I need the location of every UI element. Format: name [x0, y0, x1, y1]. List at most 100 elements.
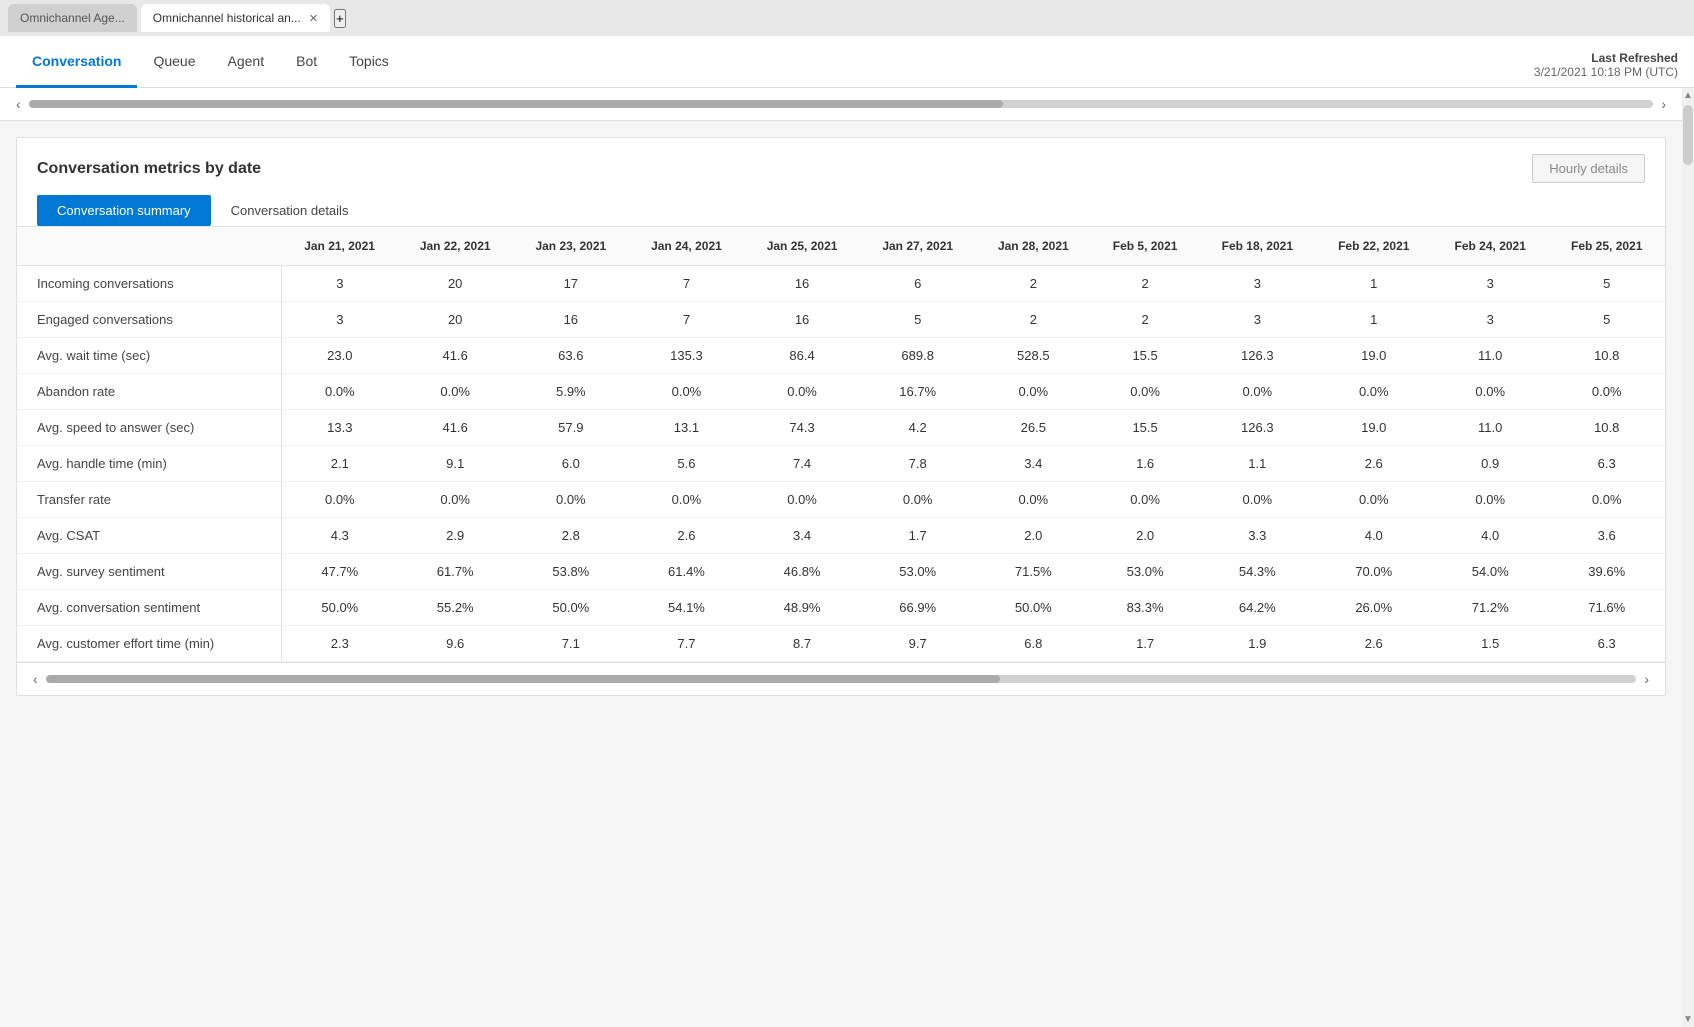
cell-r5-c5: 7.8: [860, 446, 976, 482]
cell-r5-c9: 2.6: [1316, 446, 1432, 482]
cell-r4-c1: 41.6: [397, 410, 513, 446]
add-tab-button[interactable]: +: [334, 9, 346, 28]
scroll-right-bottom-arrow[interactable]: ›: [1644, 671, 1649, 687]
cell-r4-c2: 57.9: [513, 410, 629, 446]
table-row: Engaged conversations320167165223135: [17, 302, 1665, 338]
horizontal-scroll-track[interactable]: [29, 100, 1654, 108]
cell-r4-c11: 10.8: [1548, 410, 1665, 446]
row-label-1: Engaged conversations: [17, 302, 282, 338]
cell-r6-c0: 0.0%: [282, 482, 398, 518]
sub-tab-conversation-summary[interactable]: Conversation summary: [37, 195, 211, 226]
last-refreshed-value: 3/21/2021 10:18 PM (UTC): [1534, 65, 1678, 79]
cell-r6-c6: 0.0%: [976, 482, 1092, 518]
cell-r9-c6: 50.0%: [976, 590, 1092, 626]
cell-r10-c0: 2.3: [282, 626, 398, 662]
cell-r10-c3: 7.7: [629, 626, 745, 662]
cell-r5-c4: 7.4: [744, 446, 860, 482]
cell-r5-c0: 2.1: [282, 446, 398, 482]
cell-r6-c4: 0.0%: [744, 482, 860, 518]
scroll-left-bottom-arrow[interactable]: ‹: [33, 671, 38, 687]
cell-r9-c11: 71.6%: [1548, 590, 1665, 626]
cell-r6-c11: 0.0%: [1548, 482, 1665, 518]
col-jan28: Jan 28, 2021: [976, 227, 1092, 266]
tab-omnichannel-agent[interactable]: Omnichannel Age...: [8, 4, 137, 32]
cell-r3-c1: 0.0%: [397, 374, 513, 410]
cell-r10-c2: 7.1: [513, 626, 629, 662]
top-scrollbar: ‹ ›: [0, 88, 1682, 121]
cell-r4-c8: 126.3: [1199, 410, 1315, 446]
cell-r8-c6: 71.5%: [976, 554, 1092, 590]
cell-r1-c9: 1: [1316, 302, 1432, 338]
cell-r2-c3: 135.3: [629, 338, 745, 374]
cell-r1-c2: 16: [513, 302, 629, 338]
data-table-wrapper: Jan 21, 2021 Jan 22, 2021 Jan 23, 2021 J…: [17, 227, 1665, 662]
table-row: Incoming conversations320177166223135: [17, 266, 1665, 302]
cell-r9-c9: 26.0%: [1316, 590, 1432, 626]
col-feb25: Feb 25, 2021: [1548, 227, 1665, 266]
cell-r5-c3: 5.6: [629, 446, 745, 482]
nav-tab-queue[interactable]: Queue: [137, 37, 211, 88]
cell-r5-c10: 0.9: [1432, 446, 1548, 482]
cell-r9-c7: 83.3%: [1091, 590, 1199, 626]
cell-r4-c4: 74.3: [744, 410, 860, 446]
col-jan23: Jan 23, 2021: [513, 227, 629, 266]
cell-r3-c4: 0.0%: [744, 374, 860, 410]
col-jan27: Jan 27, 2021: [860, 227, 976, 266]
cell-r0-c3: 7: [629, 266, 745, 302]
table-row: Transfer rate0.0%0.0%0.0%0.0%0.0%0.0%0.0…: [17, 482, 1665, 518]
col-feb18: Feb 18, 2021: [1199, 227, 1315, 266]
cell-r8-c7: 53.0%: [1091, 554, 1199, 590]
nav-tab-list: Conversation Queue Agent Bot Topics: [16, 36, 405, 87]
cell-r1-c1: 20: [397, 302, 513, 338]
hourly-details-button[interactable]: Hourly details: [1532, 154, 1645, 183]
cell-r0-c4: 16: [744, 266, 860, 302]
main-nav: Conversation Queue Agent Bot Topics Last…: [0, 36, 1694, 88]
cell-r2-c7: 15.5: [1091, 338, 1199, 374]
cell-r3-c0: 0.0%: [282, 374, 398, 410]
scroll-up-icon[interactable]: ▲: [1683, 88, 1693, 103]
cell-r6-c2: 0.0%: [513, 482, 629, 518]
bottom-scrollbar: ‹ ›: [17, 662, 1665, 695]
cell-r6-c7: 0.0%: [1091, 482, 1199, 518]
close-tab-icon[interactable]: ✕: [309, 12, 318, 25]
sub-tab-conversation-details[interactable]: Conversation details: [211, 195, 369, 226]
scroll-right-arrow[interactable]: ›: [1661, 96, 1666, 112]
col-jan22: Jan 22, 2021: [397, 227, 513, 266]
nav-tab-agent[interactable]: Agent: [212, 37, 281, 88]
cell-r1-c8: 3: [1199, 302, 1315, 338]
scroll-left-arrow[interactable]: ‹: [16, 96, 21, 112]
bottom-scroll-thumb: [46, 675, 1000, 683]
cell-r10-c4: 8.7: [744, 626, 860, 662]
cell-r5-c1: 9.1: [397, 446, 513, 482]
cell-r7-c2: 2.8: [513, 518, 629, 554]
bottom-scroll-track[interactable]: [46, 675, 1637, 683]
table-row: Avg. speed to answer (sec)13.341.657.913…: [17, 410, 1665, 446]
cell-r9-c2: 50.0%: [513, 590, 629, 626]
page-main: ‹ › Conversation metrics by date Hourly …: [0, 88, 1682, 1027]
cell-r2-c10: 11.0: [1432, 338, 1548, 374]
cell-r4-c6: 26.5: [976, 410, 1092, 446]
nav-tab-topics[interactable]: Topics: [333, 37, 405, 88]
cell-r4-c0: 13.3: [282, 410, 398, 446]
right-scroll-thumb[interactable]: [1683, 105, 1693, 165]
col-jan21: Jan 21, 2021: [282, 227, 398, 266]
tab-omnichannel-historical[interactable]: Omnichannel historical an... ✕: [141, 4, 330, 32]
cell-r8-c10: 54.0%: [1432, 554, 1548, 590]
cell-r3-c11: 0.0%: [1548, 374, 1665, 410]
row-label-3: Abandon rate: [17, 374, 282, 410]
cell-r2-c0: 23.0: [282, 338, 398, 374]
nav-tab-bot[interactable]: Bot: [280, 37, 333, 88]
cell-r9-c10: 71.2%: [1432, 590, 1548, 626]
cell-r0-c10: 3: [1432, 266, 1548, 302]
cell-r8-c2: 53.8%: [513, 554, 629, 590]
cell-r3-c7: 0.0%: [1091, 374, 1199, 410]
nav-tab-conversation[interactable]: Conversation: [16, 37, 137, 88]
cell-r7-c6: 2.0: [976, 518, 1092, 554]
cell-r7-c9: 4.0: [1316, 518, 1432, 554]
cell-r0-c11: 5: [1548, 266, 1665, 302]
tab-label: Omnichannel historical an...: [153, 11, 301, 25]
scroll-down-icon[interactable]: ▼: [1683, 1012, 1693, 1027]
cell-r8-c5: 53.0%: [860, 554, 976, 590]
row-label-6: Transfer rate: [17, 482, 282, 518]
cell-r2-c5: 689.8: [860, 338, 976, 374]
